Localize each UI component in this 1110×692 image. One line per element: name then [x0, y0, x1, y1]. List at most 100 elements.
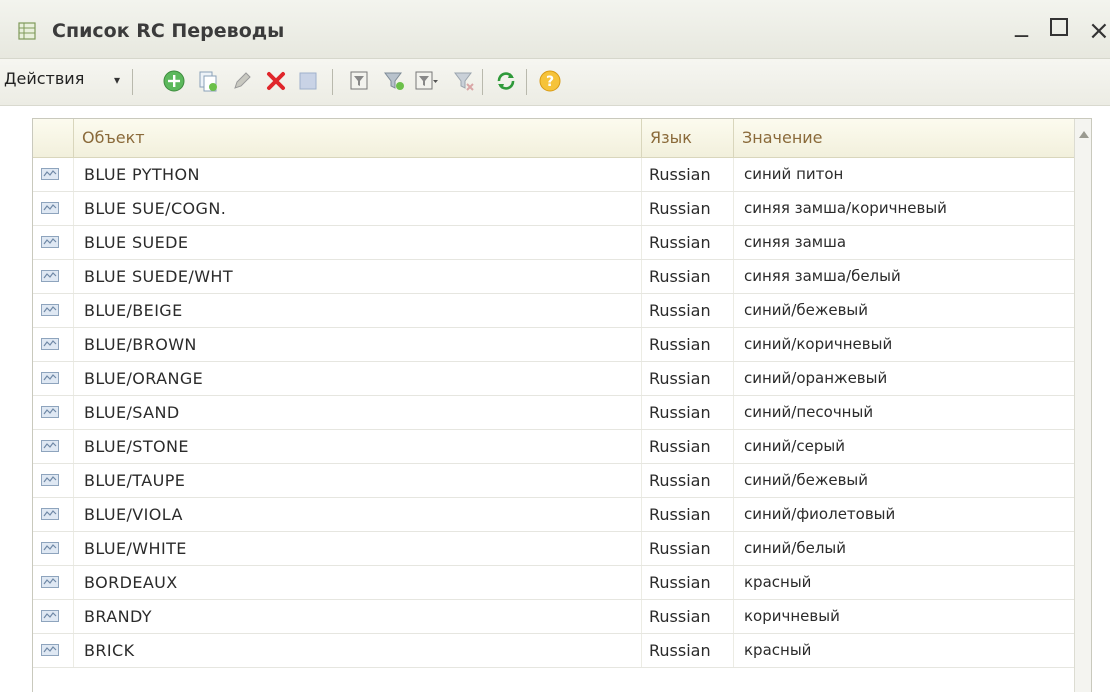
cell-object[interactable]: BLUE/STONE	[73, 430, 641, 463]
cell-language[interactable]: Russian	[641, 464, 733, 497]
cell-value[interactable]: синий/оранжевый	[733, 362, 1074, 395]
list-icon	[18, 22, 36, 40]
cell-object[interactable]: BRICK	[73, 634, 641, 667]
cell-language[interactable]: Russian	[641, 294, 733, 327]
minimize-button[interactable]: _	[1015, 10, 1028, 36]
row-type-icon	[33, 498, 73, 531]
cell-value[interactable]: синяя замша/белый	[733, 260, 1074, 293]
table-row[interactable]: BLUE/SAND Russian синий/песочный	[33, 396, 1074, 430]
cell-object[interactable]: BLUE/WHITE	[73, 532, 641, 565]
filter-button[interactable]	[348, 69, 372, 93]
cell-language[interactable]: Russian	[641, 430, 733, 463]
element-icon	[41, 304, 59, 316]
cell-value[interactable]: коричневый	[733, 600, 1074, 633]
cell-language[interactable]: Russian	[641, 226, 733, 259]
element-icon	[41, 508, 59, 520]
cell-language[interactable]: Russian	[641, 396, 733, 429]
cell-object[interactable]: BLUE/VIOLA	[73, 498, 641, 531]
close-button[interactable]: ×	[1088, 18, 1110, 44]
cell-object[interactable]: BLUE SUEDE/WHT	[73, 260, 641, 293]
element-icon	[41, 576, 59, 588]
maximize-button[interactable]	[1050, 18, 1068, 36]
cell-language[interactable]: Russian	[641, 498, 733, 531]
cell-object[interactable]: BLUE SUEDE	[73, 226, 641, 259]
cell-language[interactable]: Russian	[641, 158, 733, 191]
edit-button[interactable]	[230, 69, 254, 93]
row-type-icon	[33, 158, 73, 191]
table-row[interactable]: BLUE/STONE Russian синий/серый	[33, 430, 1074, 464]
table-row[interactable]: BLUE/VIOLA Russian синий/фиолетовый	[33, 498, 1074, 532]
cell-language[interactable]: Russian	[641, 634, 733, 667]
cell-language[interactable]: Russian	[641, 600, 733, 633]
cell-value[interactable]: синий/коричневый	[733, 328, 1074, 361]
table-row[interactable]: BLUE SUEDE Russian синяя замша	[33, 226, 1074, 260]
table-row[interactable]: BLUE SUEDE/WHT Russian синяя замша/белый	[33, 260, 1074, 294]
cell-value[interactable]: синий/бежевый	[733, 464, 1074, 497]
cell-value[interactable]: синий питон	[733, 158, 1074, 191]
table-row[interactable]: BLUE/BEIGE Russian синий/бежевый	[33, 294, 1074, 328]
cell-object[interactable]: BLUE/SAND	[73, 396, 641, 429]
mark-icon	[299, 72, 317, 90]
table-row[interactable]: BLUE PYTHON Russian синий питон	[33, 158, 1074, 192]
column-header-value[interactable]: Значение	[733, 119, 1074, 157]
help-button[interactable]: ?	[538, 69, 562, 93]
cell-language[interactable]: Russian	[641, 192, 733, 225]
cell-object[interactable]: BLUE/BROWN	[73, 328, 641, 361]
column-header-object[interactable]: Объект	[73, 119, 641, 157]
delete-button[interactable]	[264, 69, 288, 93]
table-row[interactable]: BORDEAUX Russian красный	[33, 566, 1074, 600]
column-header-language[interactable]: Язык	[641, 119, 733, 157]
filter-icon	[350, 71, 368, 90]
table-row[interactable]: BRANDY Russian коричневый	[33, 600, 1074, 634]
actions-menu[interactable]: Действия	[4, 69, 84, 88]
cell-language[interactable]: Russian	[641, 362, 733, 395]
cell-language[interactable]: Russian	[641, 566, 733, 599]
table-row[interactable]: BLUE/TAUPE Russian синий/бежевый	[33, 464, 1074, 498]
vertical-scrollbar[interactable]	[1074, 119, 1091, 692]
toolbar-separator	[332, 69, 333, 95]
cell-value[interactable]: синий/бежевый	[733, 294, 1074, 327]
mark-button[interactable]	[296, 69, 320, 93]
table-row[interactable]: BRICK Russian красный	[33, 634, 1074, 668]
copy-icon	[199, 71, 217, 92]
cell-object[interactable]: BORDEAUX	[73, 566, 641, 599]
cell-object[interactable]: BLUE PYTHON	[73, 158, 641, 191]
cell-object[interactable]: BLUE SUE/COGN.	[73, 192, 641, 225]
table-row[interactable]: BLUE/BROWN Russian синий/коричневый	[33, 328, 1074, 362]
copy-button[interactable]	[196, 69, 220, 93]
table-row[interactable]: BLUE SUE/COGN. Russian синяя замша/коричне…	[33, 192, 1074, 226]
cell-object[interactable]: BLUE/ORANGE	[73, 362, 641, 395]
cell-language[interactable]: Russian	[641, 260, 733, 293]
cell-value[interactable]: синяя замша/коричневый	[733, 192, 1074, 225]
filter-by-value-button[interactable]	[382, 69, 406, 93]
cell-value[interactable]: синий/песочный	[733, 396, 1074, 429]
row-type-icon	[33, 396, 73, 429]
cell-value[interactable]: синяя замша	[733, 226, 1074, 259]
filter-clear-icon	[454, 72, 474, 91]
cell-value[interactable]: синий/белый	[733, 532, 1074, 565]
chevron-down-icon[interactable]: ▾	[114, 73, 120, 87]
row-type-icon	[33, 532, 73, 565]
filter-clear-button[interactable]	[452, 69, 476, 93]
add-icon	[163, 70, 185, 92]
cell-language[interactable]: Russian	[641, 328, 733, 361]
cell-object[interactable]: BLUE/TAUPE	[73, 464, 641, 497]
cell-value[interactable]: красный	[733, 566, 1074, 599]
add-button[interactable]	[162, 69, 186, 93]
table-row[interactable]: BLUE/ORANGE Russian синий/оранжевый	[33, 362, 1074, 396]
cell-object[interactable]: BRANDY	[73, 600, 641, 633]
table-row[interactable]: BLUE/WHITE Russian синий/белый	[33, 532, 1074, 566]
element-icon	[41, 542, 59, 554]
row-type-icon	[33, 634, 73, 667]
scroll-up-icon[interactable]	[1079, 131, 1089, 138]
cell-language[interactable]: Russian	[641, 532, 733, 565]
cell-value[interactable]: красный	[733, 634, 1074, 667]
filter-menu-button[interactable]	[414, 69, 438, 93]
cell-value[interactable]: синий/серый	[733, 430, 1074, 463]
element-icon	[41, 270, 59, 282]
refresh-icon	[497, 72, 515, 90]
element-icon	[41, 644, 59, 656]
cell-object[interactable]: BLUE/BEIGE	[73, 294, 641, 327]
refresh-button[interactable]	[494, 69, 518, 93]
cell-value[interactable]: синий/фиолетовый	[733, 498, 1074, 531]
